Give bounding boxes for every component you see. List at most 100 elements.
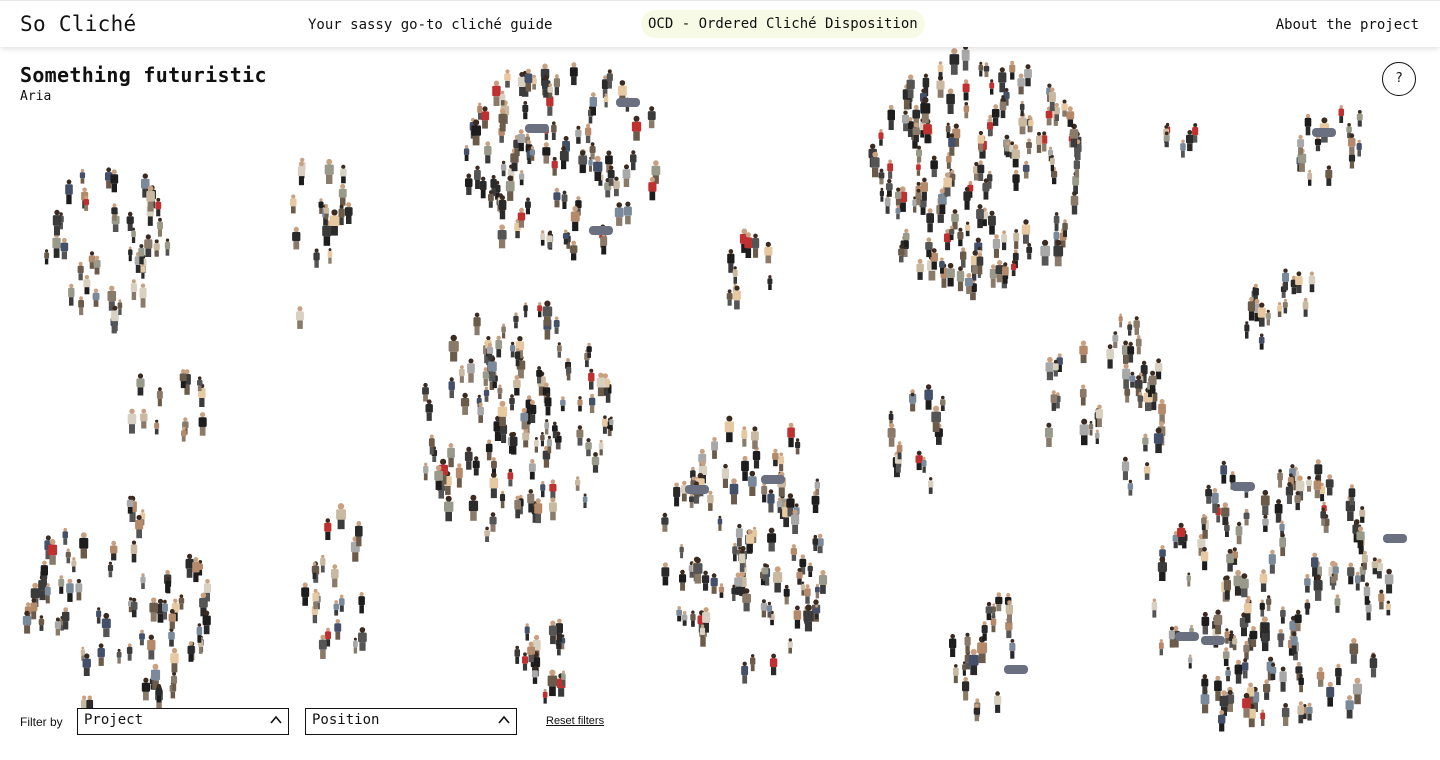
person-cutout[interactable] [141,677,150,701]
person-cutout[interactable] [1127,321,1133,336]
person-cutout[interactable] [767,275,773,290]
person-cutout[interactable] [1243,508,1250,526]
person-cutout[interactable] [1277,302,1283,317]
person-cutout[interactable] [887,104,896,130]
person-cutout[interactable] [946,88,955,114]
person-cutout[interactable] [504,69,511,88]
person-cutout[interactable] [1079,340,1088,364]
person-cutout[interactable] [156,387,163,407]
vehicle-cutout[interactable] [1201,636,1225,645]
person-cutout[interactable] [497,224,507,249]
person-cutout[interactable] [964,632,971,654]
person-cutout[interactable] [128,246,133,262]
person-cutout[interactable] [96,607,102,624]
person-cutout[interactable] [495,335,503,358]
person-cutout[interactable] [77,261,84,281]
person-cutout[interactable] [517,129,526,152]
person-cutout[interactable] [902,110,909,132]
person-cutout[interactable] [1277,629,1285,648]
person-cutout[interactable] [1384,568,1394,594]
person-cutout[interactable] [358,627,367,651]
person-cutout[interactable] [1385,600,1391,616]
person-cutout[interactable] [661,562,670,586]
person-cutout[interactable] [527,489,535,513]
person-cutout[interactable] [1009,60,1016,80]
person-cutout[interactable] [1258,333,1265,350]
person-cutout[interactable] [818,570,828,594]
person-cutout[interactable] [582,493,588,509]
person-cutout[interactable] [598,439,604,456]
person-cutout[interactable] [1026,243,1033,260]
person-cutout[interactable] [673,482,681,507]
person-cutout[interactable] [623,201,632,225]
person-cutout[interactable] [92,288,100,307]
person-cutout[interactable] [1112,331,1119,349]
person-cutout[interactable] [1225,666,1231,682]
person-cutout[interactable] [661,512,669,532]
person-cutout[interactable] [976,204,984,229]
person-cutout[interactable] [107,561,114,578]
person-cutout[interactable] [588,368,595,390]
person-cutout[interactable] [479,176,487,199]
person-cutout[interactable] [915,450,923,471]
person-cutout[interactable] [1348,484,1356,506]
person-cutout[interactable] [1311,552,1319,577]
person-cutout[interactable] [509,394,515,411]
person-cutout[interactable] [992,234,1001,258]
person-cutout[interactable] [1356,139,1362,157]
person-cutout[interactable] [878,129,884,146]
person-cutout[interactable] [1151,598,1158,618]
person-cutout[interactable] [887,423,896,447]
person-cutout[interactable] [68,283,75,306]
person-cutout[interactable] [750,654,756,672]
person-cutout[interactable] [721,463,730,488]
person-cutout[interactable] [540,432,545,447]
person-cutout[interactable] [965,221,971,237]
person-cutout[interactable] [523,302,528,318]
person-cutout[interactable] [906,74,915,99]
person-cutout[interactable] [589,393,596,413]
person-cutout[interactable] [485,439,493,461]
person-cutout[interactable] [793,605,802,629]
person-cutout[interactable] [1349,638,1359,664]
person-cutout[interactable] [1316,667,1325,687]
person-cutout[interactable] [790,544,797,561]
person-cutout[interactable] [62,607,70,630]
person-cutout[interactable] [1106,344,1114,369]
person-cutout[interactable] [484,141,492,164]
vehicle-cutout[interactable] [1175,632,1199,641]
person-cutout[interactable] [981,621,988,641]
person-cutout[interactable] [916,258,924,280]
person-cutout[interactable] [985,601,993,621]
person-cutout[interactable] [157,217,163,237]
person-cutout[interactable] [978,61,984,77]
person-cutout[interactable] [741,426,748,447]
person-cutout[interactable] [178,594,185,610]
person-cutout[interactable] [290,194,297,214]
person-cutout[interactable] [464,446,473,470]
person-cutout[interactable] [324,158,334,184]
person-cutout[interactable] [1062,219,1068,237]
person-cutout[interactable] [729,478,739,505]
person-cutout[interactable] [324,518,332,540]
person-cutout[interactable] [1325,165,1333,186]
person-cutout[interactable] [956,266,965,292]
person-cutout[interactable] [602,415,608,434]
person-cutout[interactable] [1297,701,1305,724]
person-cutout[interactable] [447,443,455,468]
person-cutout[interactable] [1282,298,1288,314]
person-cutout[interactable] [1259,569,1268,592]
person-cutout[interactable] [576,425,584,446]
person-cutout[interactable] [1347,562,1355,585]
person-cutout[interactable] [546,231,553,249]
person-cutout[interactable] [1009,639,1016,659]
person-cutout[interactable] [338,183,347,206]
person-cutout[interactable] [547,669,558,697]
person-cutout[interactable] [1304,113,1312,136]
person-cutout[interactable] [140,408,148,429]
person-cutout[interactable] [423,462,429,481]
person-cutout[interactable] [147,634,156,660]
person-cutout[interactable] [473,312,481,336]
person-cutout[interactable] [546,435,552,454]
person-cutout[interactable] [1260,489,1270,515]
